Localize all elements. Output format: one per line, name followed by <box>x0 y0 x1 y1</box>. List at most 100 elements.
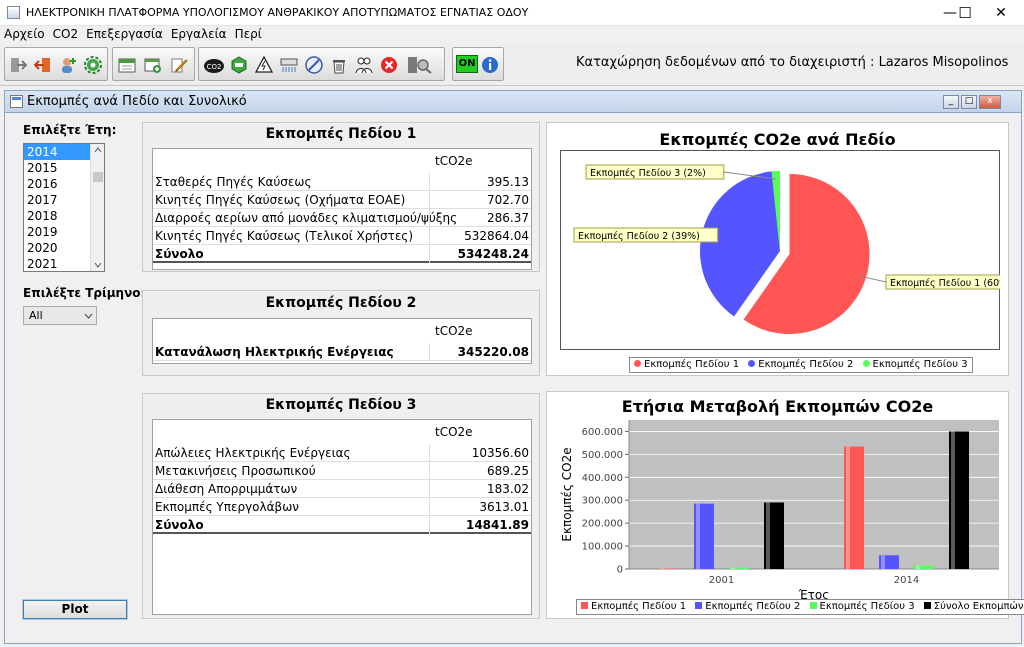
scroll-thumb[interactable] <box>93 172 103 182</box>
menu-about[interactable]: Περί <box>231 26 266 41</box>
years-scrollbar[interactable] <box>90 144 104 271</box>
toolbar-group-status: ON <box>452 47 504 81</box>
scope2-unit-header: tCO2e <box>435 324 473 338</box>
window-title: ΗΛΕΚΤΡΟΝΙΚΗ ΠΛΑΤΦΟΡΜΑ ΥΠΟΛΟΓΙΣΜΟΥ ΑΝΘΡΑΚ… <box>26 6 529 19</box>
pie-label: Εκπομπές Πεδίου 3 (2%) <box>590 168 706 179</box>
table-row[interactable]: Διαρροές αερίων από μονάδες κλιματισμού/… <box>153 209 531 227</box>
y-tick-label: 400.000 <box>582 473 623 484</box>
bar-chart-panel: Ετήσια Μεταβολή Εκπομπών CO2e 0 100.000 20… <box>546 391 1024 619</box>
bar-highlight <box>766 502 770 569</box>
toolbar-group-user <box>4 47 108 81</box>
bar-highlight <box>696 503 700 569</box>
scope3-table[interactable]: tCO2e Απώλειες Ηλεκτρικής Ενέργειας 10356… <box>152 419 532 615</box>
scope2-table[interactable]: tCO2e Κατανάλωση Ηλεκτρικής Ενέργειας 345… <box>152 318 532 364</box>
bar-chart: 0 100.000 200.000 300.000 400.000 500.000 600.… <box>560 420 999 600</box>
table-row-total[interactable]: Κατανάλωση Ηλεκτρικής Ενέργειας 345220.08 <box>153 343 531 361</box>
calendar-icon[interactable] <box>118 56 136 74</box>
table-row[interactable]: Σταθερές Πηγές Καύσεως 395.13 <box>153 173 531 191</box>
y-axis-label: Εκπομπές CO2e <box>560 447 574 541</box>
x-tick-label: 2001 <box>709 575 734 586</box>
fuel-icon[interactable] <box>230 56 248 74</box>
exit-icon[interactable] <box>9 56 27 74</box>
close-button[interactable]: ✕ <box>978 0 1024 26</box>
vehicle-icon[interactable] <box>305 56 323 74</box>
title-bar: ΗΛΕΚΤΡΟΝΙΚΗ ΠΛΑΤΦΟΡΜΑ ΥΠΟΛΟΓΙΣΜΟΥ ΑΝΘΡΑΚ… <box>0 0 1024 26</box>
trash-icon[interactable] <box>330 56 348 74</box>
y-tick-label: 100.000 <box>582 542 623 553</box>
scroll-down-icon[interactable] <box>94 262 102 268</box>
bar-highlight <box>916 565 920 569</box>
add-user-icon[interactable] <box>59 56 77 74</box>
quarter-value: All <box>29 309 43 322</box>
menu-bar: Αρχείο CO2 Επεξεργασία Εργαλεία Περί <box>0 26 1024 44</box>
add-record-icon[interactable] <box>144 56 162 74</box>
cancel-icon[interactable] <box>380 56 398 74</box>
java-app-icon <box>7 6 20 19</box>
x-tick-label: 2014 <box>894 575 919 586</box>
menu-edit[interactable]: Επεξεργασία <box>82 26 167 41</box>
plot-area <box>629 420 999 569</box>
staff-icon[interactable] <box>355 56 373 74</box>
table-row[interactable]: Εκπομπές Υπεργολάβων 3613.01 <box>153 498 531 516</box>
legend-swatch <box>748 360 756 367</box>
menu-co2[interactable]: CO2 <box>49 26 82 41</box>
frame-icon <box>10 95 23 108</box>
legend-entry: Εκπομπές Πεδίου 1 <box>591 601 687 612</box>
settings-icon[interactable] <box>84 56 102 74</box>
quarter-label: Επιλέξτε Τρίμηνο: <box>23 286 146 300</box>
scroll-up-icon[interactable] <box>94 147 102 153</box>
plot-button[interactable]: Plot <box>22 599 128 620</box>
frame-minimize-button[interactable]: _ <box>943 95 959 109</box>
quarter-select[interactable]: All <box>23 306 97 325</box>
frame-close-button[interactable]: x <box>979 95 1001 109</box>
table-row-total[interactable]: Σύνολο 14841.89 <box>153 516 531 534</box>
pie-label: Εκπομπές Πεδίου 1 (60%) <box>890 278 1000 289</box>
scope1-table[interactable]: tCO2e Σταθερές Πηγές Καύσεως 395.13 Κινητ… <box>152 148 532 270</box>
logout-icon[interactable] <box>34 56 52 74</box>
bar-highlight <box>846 446 850 569</box>
y-tick-label: 0 <box>617 565 623 576</box>
bar-highlight <box>661 568 665 569</box>
emissions-internal-frame: Εκπομπές ανά Πεδίο και Συνολικό _ □ x Επ… <box>4 90 1024 644</box>
legend-swatch <box>695 602 703 609</box>
table-row[interactable]: Μετακινήσεις Προσωπικού 689.25 <box>153 462 531 480</box>
table-row[interactable]: Απώλειες Ηλεκτρικής Ενέργειας 10356.60 <box>153 444 531 462</box>
table-row-total[interactable]: Σύνολο 534248.24 <box>153 245 531 263</box>
info-icon[interactable] <box>481 56 499 74</box>
legend-swatch <box>634 360 641 367</box>
svg-text:CO2: CO2 <box>207 63 222 71</box>
y-tick-label: 600.000 <box>582 427 623 438</box>
climate-icon[interactable] <box>280 56 298 74</box>
co2-icon[interactable]: CO2 <box>203 56 225 74</box>
internal-frame-titlebar[interactable]: Εκπομπές ανά Πεδίο και Συνολικό _ □ x <box>5 91 1021 113</box>
pie-chart-title: Εκπομπές CO2e ανά Πεδίο <box>659 130 896 149</box>
menu-tools[interactable]: Εργαλεία <box>167 26 231 41</box>
table-row[interactable]: Κινητές Πηγές Καύσεως (Τελικοί Χρήστες) 5… <box>153 227 531 245</box>
legend-swatch <box>809 602 817 609</box>
y-tick-label: 200.000 <box>582 519 623 530</box>
table-row[interactable]: Κινητές Πηγές Καύσεως (Οχήματα ΕΟΑΕ) 702.… <box>153 191 531 209</box>
pie-chart-panel: Εκπομπές CO2e ανά Πεδίο Εκπομπές Πεδίου … <box>546 122 1009 376</box>
scope2-panel: Εκπομπές Πεδίου 2 tCO2e Κατανάλωση Ηλεκτ… <box>142 290 540 376</box>
edit-icon[interactable] <box>170 56 188 74</box>
frame-maximize-button[interactable]: □ <box>961 95 977 109</box>
scope3-unit-header: tCO2e <box>435 425 473 439</box>
scope1-panel: Εκπομπές Πεδίου 1 tCO2e Σταθερές Πηγές Κ… <box>142 122 540 272</box>
table-row[interactable]: Διάθεση Απορριμμάτων 183.02 <box>153 480 531 498</box>
search-icon[interactable] <box>406 56 432 74</box>
legend-entry: Εκπομπές Πεδίου 1 <box>644 359 740 370</box>
legend-entry: Σύνολο Εκπομπών <box>933 601 1024 612</box>
bar-highlight <box>731 567 735 569</box>
on-toggle-icon[interactable]: ON <box>456 55 478 73</box>
electric-icon[interactable] <box>255 56 273 74</box>
legend-entry: Εκπομπές Πεδίου 3 <box>819 601 915 612</box>
pie-chart: Εκπομπές Πεδίου 1 (60%) Εκπομπές Πεδίου 2… <box>560 150 1000 350</box>
legend-swatch <box>862 360 870 367</box>
legend-swatch <box>581 602 588 609</box>
bar-legend: Εκπομπές Πεδίου 1 Εκπομπές Πεδίου 2 Εκπο… <box>576 599 1024 615</box>
menu-file[interactable]: Αρχείο <box>0 26 49 41</box>
legend-swatch <box>923 602 931 609</box>
y-tick-label: 500.000 <box>582 450 623 461</box>
internal-frame-title: Εκπομπές ανά Πεδίο και Συνολικό <box>27 94 247 109</box>
scope3-title: Εκπομπές Πεδίου 3 <box>265 397 417 413</box>
